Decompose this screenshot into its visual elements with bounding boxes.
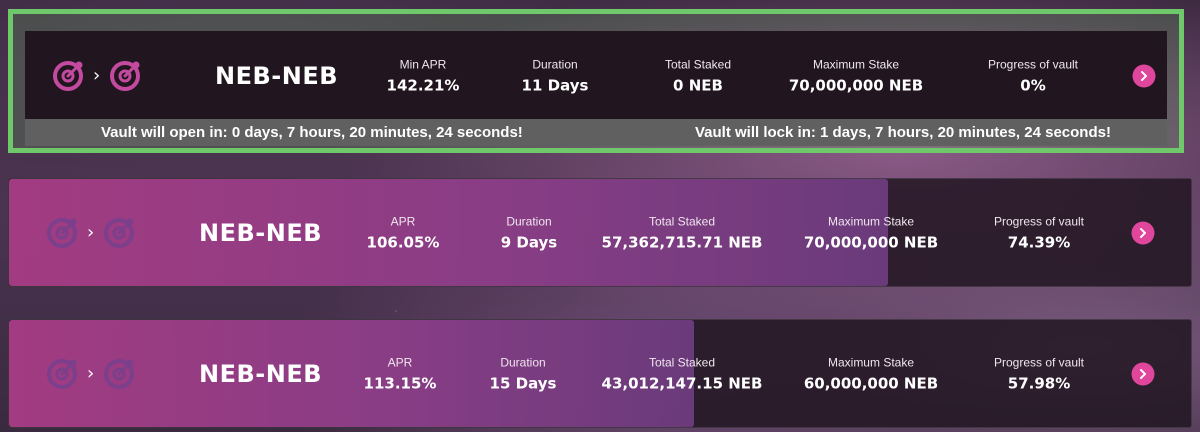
apr-stat: APR 106.05% xyxy=(367,214,440,251)
vault-pair-name: NEB-NEB xyxy=(215,61,339,90)
max-stake-label: Maximum Stake xyxy=(827,214,915,228)
vault-pair-name: NEB-NEB xyxy=(199,218,323,247)
total-staked-label: Total Staked xyxy=(664,57,732,71)
progress-value: 57.98% xyxy=(1007,374,1071,392)
apr-value: 106.05% xyxy=(366,233,440,251)
neb-token-icon xyxy=(110,60,141,91)
max-stake-stat: Maximum Stake 70,000,000 NEB xyxy=(804,214,938,251)
open-vault-button[interactable] xyxy=(1132,64,1156,87)
duration-label: Duration xyxy=(532,57,578,71)
open-vault-button[interactable] xyxy=(1131,221,1155,244)
apr-stat: Min APR 142.21% xyxy=(387,57,460,94)
neb-token-icon xyxy=(53,60,83,91)
duration-label: Duration xyxy=(500,355,546,369)
progress-label: Progress of vault xyxy=(993,214,1085,228)
apr-label: APR xyxy=(387,355,413,369)
max-stake-stat: Maximum Stake 60,000,000 NEB xyxy=(804,355,938,392)
neb-token-icon xyxy=(104,358,135,389)
progress-stat: Progress of vault 74.39% xyxy=(994,214,1084,251)
neb-token-icon xyxy=(104,217,135,248)
token-pair-icons: › xyxy=(45,357,136,391)
total-staked-stat: Total Staked 0 NEB xyxy=(665,57,731,94)
vault-card[interactable]: › NEB-NEB APR 113.15% Duration 15 Days T… xyxy=(8,319,1192,428)
total-staked-stat: Total Staked 57,362,715.71 NEB xyxy=(602,214,763,251)
progress-label: Progress of vault xyxy=(993,355,1085,369)
neb-token-icon xyxy=(47,217,77,248)
max-stake-value: 60,000,000 NEB xyxy=(803,374,939,392)
arrow-right-circle-icon xyxy=(1140,368,1146,379)
duration-stat: Duration 11 Days xyxy=(522,57,589,94)
progress-value: 0% xyxy=(1020,76,1046,94)
chevron-right-icon: › xyxy=(93,65,101,86)
open-countdown: Vault will open in: 0 days, 7 hours, 20 … xyxy=(101,124,523,141)
progress-stat: Progress of vault 0% xyxy=(988,57,1078,94)
max-stake-value: 70,000,000 NEB xyxy=(803,233,939,251)
token-pair-icons: › xyxy=(45,216,136,250)
total-staked-value: 57,362,715.71 NEB xyxy=(601,233,763,251)
duration-label: Duration xyxy=(506,214,552,228)
apr-value: 113.15% xyxy=(363,374,437,392)
token-pair-icons: › xyxy=(51,59,142,93)
lock-countdown: Vault will lock in: 1 days, 7 hours, 20 … xyxy=(695,124,1111,141)
total-staked-value: 0 NEB xyxy=(673,76,723,94)
total-staked-label: Total Staked xyxy=(648,214,716,228)
duration-value: 9 Days xyxy=(500,233,558,251)
duration-value: 11 Days xyxy=(521,76,589,94)
chevron-right-icon: › xyxy=(87,363,95,384)
total-staked-stat: Total Staked 43,012,147.15 NEB xyxy=(602,355,763,392)
duration-value: 15 Days xyxy=(489,374,557,392)
arrow-right-circle-icon xyxy=(1140,227,1146,238)
featured-vault-row: › NEB-NEB Min APR 142.21% Duration 11 Da… xyxy=(25,31,1167,120)
open-vault-button[interactable] xyxy=(1131,362,1155,385)
progress-label: Progress of vault xyxy=(987,57,1079,71)
progress-stat: Progress of vault 57.98% xyxy=(994,355,1084,392)
max-stake-label: Maximum Stake xyxy=(812,57,900,71)
neb-token-icon xyxy=(47,358,77,389)
progress-value: 74.39% xyxy=(1007,233,1071,251)
duration-stat: Duration 9 Days xyxy=(501,214,557,251)
apr-label: Min APR xyxy=(399,57,447,71)
total-staked-label: Total Staked xyxy=(648,355,716,369)
apr-stat: APR 113.15% xyxy=(364,355,437,392)
arrow-right-circle-icon xyxy=(1141,70,1147,81)
vault-card[interactable]: › NEB-NEB APR 106.05% Duration 9 Days To… xyxy=(8,178,1192,287)
chevron-right-icon: › xyxy=(87,222,95,243)
vault-pair-name: NEB-NEB xyxy=(199,359,323,388)
max-stake-label: Maximum Stake xyxy=(827,355,915,369)
vault-card-featured[interactable]: › NEB-NEB Min APR 142.21% Duration 11 Da… xyxy=(8,9,1184,153)
apr-label: APR xyxy=(390,214,416,228)
max-stake-value: 70,000,000 NEB xyxy=(788,76,924,94)
total-staked-value: 43,012,147.15 NEB xyxy=(601,374,763,392)
countdown-bar: Vault will open in: 0 days, 7 hours, 20 … xyxy=(25,119,1167,146)
duration-stat: Duration 15 Days xyxy=(490,355,557,392)
apr-value: 142.21% xyxy=(386,76,460,94)
max-stake-stat: Maximum Stake 70,000,000 NEB xyxy=(789,57,923,94)
